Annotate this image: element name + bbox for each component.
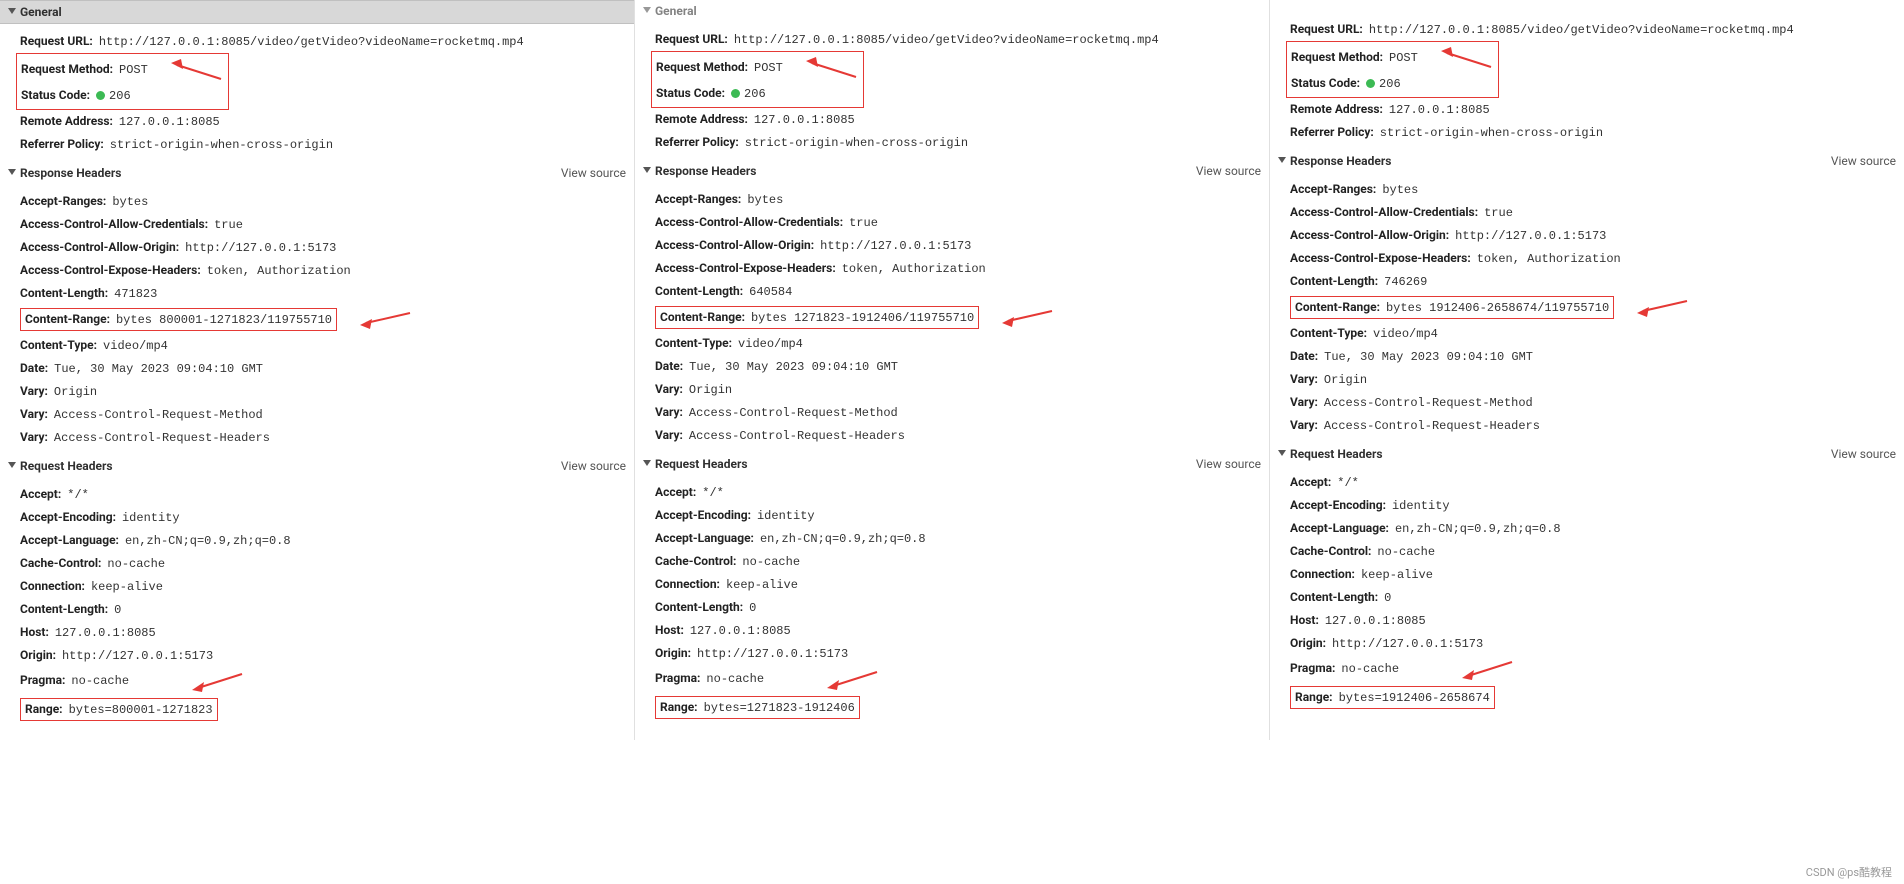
request-headers-section-header[interactable]: Request Headers View source [635,453,1269,475]
arrow-annotation-icon [1441,47,1496,69]
method-status-highlight-box: Request Method:POST Status Code:206 [16,53,229,110]
disclosure-triangle-icon [8,459,16,473]
arrow-annotation-icon [192,670,247,692]
arrow-annotation-icon [1637,297,1692,319]
arrow-annotation-icon [806,57,861,79]
referrer-policy-row: Referrer Policy:strict-origin-when-cross… [8,133,626,156]
view-source-link[interactable]: View source [1831,154,1896,168]
content-range-row: Content-Range:bytes 800001-1271823/11975… [8,305,626,334]
status-dot-icon [96,91,105,100]
view-source-link[interactable]: View source [1831,447,1896,461]
response-headers-section-header[interactable]: Response Headers View source [635,160,1269,182]
range-row: Range:bytes=1271823-1912406 [643,693,1261,722]
general-title: General [20,5,62,19]
content-range-row: Content-Range:bytes 1271823-1912406/1197… [643,303,1261,332]
method-status-highlight-box: Request Method:POST Status Code:206 [651,51,864,108]
view-source-link[interactable]: View source [1196,164,1261,178]
disclosure-triangle-icon [1278,447,1286,461]
general-section-header[interactable]: General [635,0,1269,22]
watermark: CSDN @ps酷教程 [1806,864,1892,880]
disclosure-triangle-icon [8,166,16,180]
response-headers-section-header[interactable]: Response Headers View source [1270,150,1904,172]
request-headers-section-header[interactable]: Request Headers View source [1270,443,1904,465]
request-headers-section-header[interactable]: Request Headers View source [0,455,634,477]
view-source-link[interactable]: View source [1196,457,1261,471]
method-status-highlight-box: Request Method:POST Status Code:206 [1286,41,1499,98]
remote-address-row: Remote Address:127.0.0.1:8085 [8,110,626,133]
arrow-annotation-icon [171,59,226,81]
general-section-header[interactable]: General [0,0,634,24]
disclosure-triangle-icon [1278,154,1286,168]
disclosure-triangle-icon [643,457,651,471]
status-dot-icon [731,89,740,98]
disclosure-triangle-icon [643,164,651,178]
view-source-link[interactable]: View source [561,166,626,180]
arrow-annotation-icon [827,668,882,690]
arrow-annotation-icon [1002,307,1057,329]
disclosure-triangle-icon [643,4,651,18]
arrow-annotation-icon [1462,658,1517,680]
arrow-annotation-icon [360,309,415,331]
response-headers-section-header[interactable]: Response Headers View source [0,162,634,184]
content-range-row: Content-Range:bytes 1912406-2658674/1197… [1278,293,1896,322]
request-url-row: Request URL:http://127.0.0.1:8085/video/… [8,30,626,53]
view-source-link[interactable]: View source [561,459,626,473]
disclosure-triangle-icon [8,5,16,19]
range-row: Range:bytes=1912406-2658674 [1278,683,1896,712]
range-row: Range:bytes=800001-1271823 [8,695,626,724]
status-dot-icon [1366,79,1375,88]
